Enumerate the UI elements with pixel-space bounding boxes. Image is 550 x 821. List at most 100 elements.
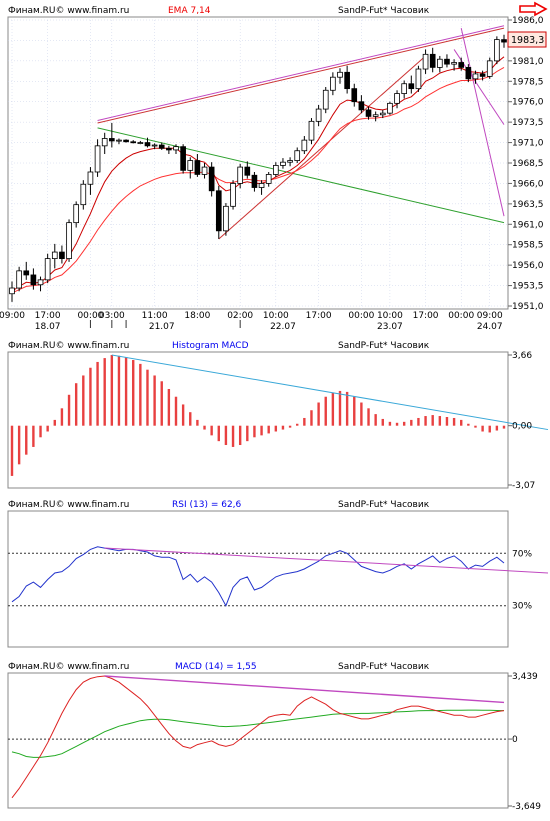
histogram-bar [89,367,92,426]
histogram-bar [338,390,342,426]
price-y-tick-label: 1963,5 [512,200,544,210]
price-date-tick-label: 23.07 [377,322,403,332]
histogram-bar [124,357,128,426]
candle-body [401,83,407,94]
histogram-bar [296,423,299,426]
price-y-tick-label: 1976,0 [512,98,544,108]
candle-body [415,68,422,90]
candle-body [394,93,400,104]
histogram-bar [160,381,163,426]
candle-body [194,160,201,175]
macd-panel-source: Финам.RU© www.finam.ru [8,662,129,672]
price-panel: Финам.RU© www.finam.ru EMA 7,14 SandP-Fu… [0,1,548,332]
price-y-tick-label: 1958,5 [512,241,544,251]
candle-body [486,60,493,77]
macd-panel: Финам.RU© www.finam.ru MACD (14) = 1,55 … [7,662,541,812]
histogram-y-tick-label: -3,07 [512,481,535,491]
candle-body [9,287,15,295]
histogram-bar [74,383,78,426]
price-y-tick-label: 1971,0 [512,139,544,149]
candle-body [30,274,37,286]
histogram-bar [410,419,413,426]
rsi-plot-area [7,510,509,648]
histogram-bar [317,402,320,426]
histogram-bar [32,425,35,447]
rsi-panel-instrument: SandP-Fut* Часовик [338,500,430,510]
candle-body [158,144,165,149]
histogram-bar [174,396,178,426]
candle-body [287,160,293,163]
rsi-level-label: 70% [512,549,532,559]
candle-body [80,183,87,206]
price-panel-instrument: SandP-Fut* Часовик [338,6,430,16]
rsi-panel-indicator: RSI (13) = 62,6 [172,500,242,510]
histogram-bar [210,425,213,436]
price-y-tick-label: 1986,0 [512,16,544,26]
histogram-bar [181,404,185,426]
price-date-tick-label: 22.07 [270,322,296,332]
candle-body [130,141,137,144]
price-time-tick-label: 03:00 [99,311,125,321]
candle-body [365,109,372,117]
price-last-value: 1983,3 [511,35,544,46]
histogram-bar [139,363,142,426]
histogram-bar [53,419,56,426]
candle-body [273,165,279,175]
histogram-bar [452,417,456,426]
candle-body [501,39,507,43]
candle-body [116,139,122,142]
histogram-bar [189,412,192,426]
histogram-bar [96,361,99,426]
candle-body [494,39,500,62]
rsi-level-label: 30% [512,602,532,612]
histogram-bar [381,418,384,426]
candle-body [51,251,58,260]
histogram-bar [231,425,235,447]
histogram-bar [238,425,242,446]
candle-body [344,71,350,90]
candle-body [187,160,194,171]
histogram-panel-instrument: SandP-Fut* Часовик [338,341,430,351]
price-y-ticks: 1986,01983,51981,01978,51976,01973,51971… [508,16,544,312]
candle-body [215,190,222,232]
histogram-bar [246,425,249,442]
histogram-bar [39,425,42,438]
candle-body [258,183,265,188]
candle-body [472,73,479,80]
candle-body [422,53,429,70]
histogram-bar [303,417,306,426]
candle-body [265,174,272,184]
histogram-bar [146,369,149,426]
candle-body [166,147,172,151]
price-date-tick-label: 18.07 [35,322,61,332]
candle-body [173,146,179,151]
rsi-panel: Финам.RU© www.finam.ru RSI (13) = 62,6 S… [7,500,549,648]
histogram-bar [153,375,156,426]
candle-body [387,102,393,114]
price-time-tick-label: 17:00 [413,311,439,321]
candle-body [59,251,65,260]
histogram-bar [367,408,370,426]
histogram-bar [17,425,21,465]
candle-body [315,108,322,122]
price-time-tick-label: 10:00 [263,311,289,321]
candle-body [151,144,158,147]
price-y-tick-label: 1951,0 [512,302,544,312]
histogram-bar [502,425,506,429]
histogram-y-tick-label: 3,66 [512,351,532,361]
histogram-bar [117,355,121,426]
price-y-tick-label: 1968,5 [512,159,544,169]
candle-body [137,142,144,144]
histogram-bar [167,388,171,426]
histogram-bar [345,391,349,426]
candle-body [351,88,358,103]
histogram-bar [324,396,327,426]
histogram-bar [281,425,285,430]
candle-body [308,120,315,141]
macd-y-tick-label: 3,439 [512,672,538,682]
macd-y-tick-label: -3,649 [512,802,541,812]
price-panel-indicator: EMA 7,14 [168,6,211,16]
price-date-tick-label: 24.07 [477,322,503,332]
candle-body [44,258,51,281]
histogram-panel: Финам.RU© www.finam.ru Histogram MACD Sa… [7,341,549,491]
